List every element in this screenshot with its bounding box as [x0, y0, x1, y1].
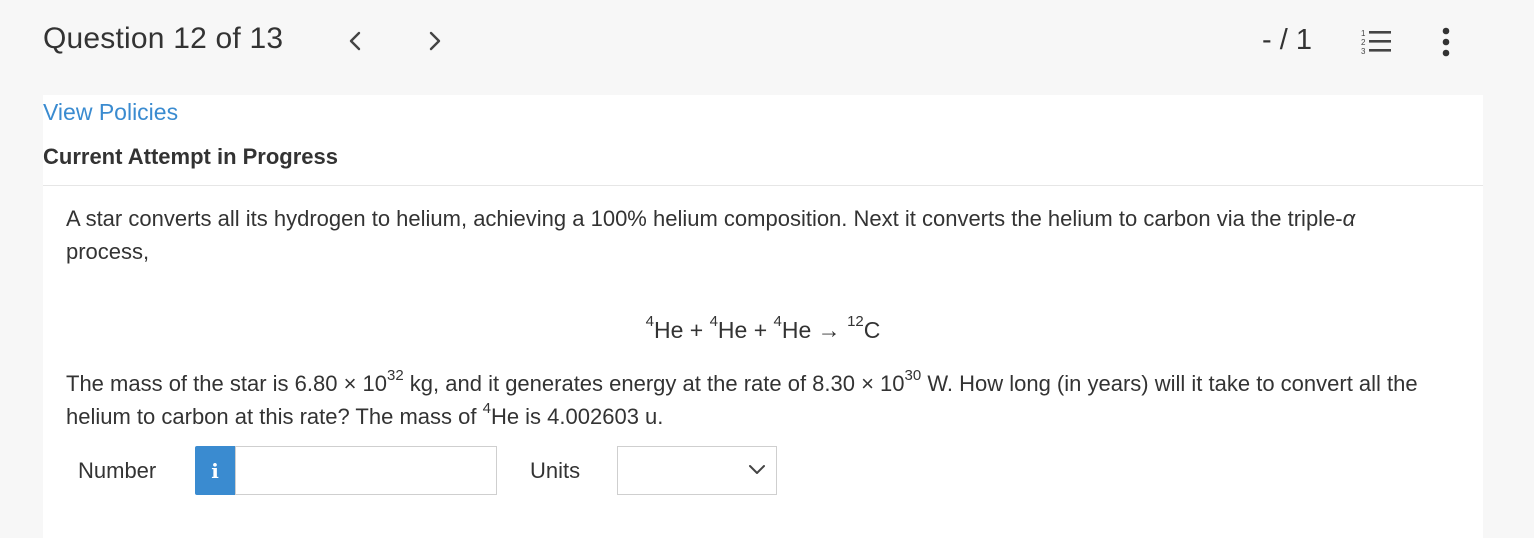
svg-text:1: 1 — [1361, 29, 1366, 38]
he-symbol: He — [653, 317, 684, 343]
number-input[interactable] — [235, 446, 497, 495]
question-header: Question 12 of 13 - / 1 1 2 3 — [0, 0, 1534, 95]
svg-text:2: 2 — [1361, 38, 1366, 47]
question-score: - / 1 — [1262, 24, 1312, 56]
he-symbol: He — [781, 317, 812, 343]
svg-text:3: 3 — [1361, 47, 1366, 56]
question-text-intro: A star converts all its hydrogen to heli… — [66, 202, 1466, 268]
more-vertical-icon[interactable] — [1436, 24, 1456, 60]
he-mass-number: 4 — [645, 313, 654, 331]
plus-sign: + — [683, 317, 710, 343]
power-exponent: 30 — [904, 366, 922, 384]
units-label: Units — [530, 458, 581, 483]
triple-alpha-equation: 4He + 4He + 4He → 12C — [43, 314, 1483, 344]
he-mass-number: 4 — [709, 313, 718, 331]
mass-exponent: 32 — [387, 366, 404, 384]
units-select[interactable] — [617, 446, 777, 495]
question-title: Question 12 of 13 — [43, 22, 284, 55]
question-panel: View Policies Current Attempt in Progres… — [43, 95, 1483, 538]
divider — [43, 185, 1483, 186]
numbered-list-icon[interactable]: 1 2 3 — [1360, 26, 1392, 58]
chevron-right-icon — [429, 31, 441, 51]
chevron-down-icon — [749, 465, 765, 474]
view-policies-link[interactable]: View Policies — [43, 99, 178, 126]
plus-sign: + — [747, 317, 774, 343]
question-text-part: The mass of the star is 6.80 × 10 — [66, 371, 387, 396]
c-mass-number: 12 — [847, 313, 864, 331]
he-mass-number: 4 — [482, 399, 491, 417]
alpha-symbol: α — [1342, 206, 1356, 231]
next-question-button[interactable] — [420, 24, 450, 58]
question-intro-end: process, — [66, 239, 150, 264]
question-text-part: He is 4.002603 u. — [490, 404, 664, 429]
c-symbol: C — [863, 317, 881, 343]
previous-question-button[interactable] — [340, 24, 370, 58]
he-mass-number: 4 — [773, 313, 782, 331]
question-text-main: The mass of the star is 6.80 × 1032 kg, … — [66, 367, 1466, 433]
attempt-status: Current Attempt in Progress — [43, 144, 339, 169]
number-label: Number — [78, 458, 157, 483]
chevron-left-icon — [349, 31, 361, 51]
question-intro-text: A star converts all its hydrogen to heli… — [66, 206, 1343, 231]
he-symbol: He — [717, 317, 748, 343]
info-button[interactable]: i — [195, 446, 235, 495]
question-text-part: kg, and it generates energy at the rate … — [403, 371, 905, 396]
reaction-arrow: → — [811, 317, 848, 343]
